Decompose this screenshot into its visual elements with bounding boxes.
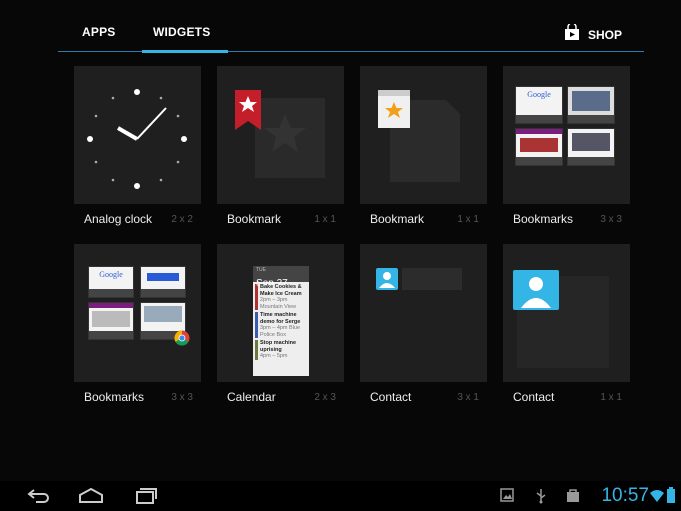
widget-name: Bookmarks [513, 212, 574, 226]
event-detail: 4pm – 5pm [260, 353, 288, 359]
widget-bookmarks[interactable]: Google Bookmarks 3 x 3 [503, 66, 630, 226]
bookmark-thumbnail [140, 266, 186, 298]
widget-size: 3 x 3 [600, 214, 622, 225]
calendar-event: Time machine demo for Serge 3pm – 4pm Bl… [255, 312, 308, 338]
event-detail: 3pm – 4pm Blue Police Box [260, 325, 301, 338]
bookmark-thumbnail [567, 128, 615, 166]
event-title: Stop machine uprising [260, 340, 297, 353]
widget-calendar[interactable]: TUE Sep 27 Bake Cookies & Make Ice Cream… [217, 244, 344, 404]
store-notification-icon [566, 488, 580, 507]
usb-icon [534, 488, 548, 509]
recent-apps-icon[interactable] [132, 487, 158, 510]
tab-bar: APPS WIDGETS SHOP [58, 16, 644, 53]
screenshot-icon [500, 488, 514, 507]
widget-size: 2 x 3 [314, 392, 336, 403]
widget-name: Contact [370, 390, 412, 404]
event-detail: 2pm – 3pm Mountain View [260, 297, 296, 310]
widget-name: Contact [513, 390, 555, 404]
widget-bookmarks[interactable]: Google Bookmarks 3 x 3 [74, 244, 201, 404]
calendar-preview: TUE Sep 27 Bake Cookies & Make Ice Cream… [253, 266, 309, 376]
widget-preview [360, 66, 487, 204]
tab-widgets[interactable]: WIDGETS [153, 25, 210, 39]
bookmark-thumbnail [567, 86, 615, 124]
tab-apps[interactable]: APPS [82, 25, 115, 39]
event-title: Time machine demo for Serge [260, 312, 301, 325]
widget-size: 3 x 1 [457, 392, 479, 403]
tab-selected-indicator [142, 50, 228, 53]
widget-bookmark[interactable]: Bookmark 1 x 1 [360, 66, 487, 226]
widget-name: Calendar [227, 390, 276, 404]
widget-preview: TUE Sep 27 Bake Cookies & Make Ice Cream… [217, 244, 344, 382]
bookmark-thumbnail: Google [515, 86, 563, 124]
shop-bag-icon [564, 22, 580, 45]
contact-avatar-icon [376, 268, 398, 290]
widget-preview: Google [74, 244, 201, 382]
widget-size: 2 x 2 [171, 214, 193, 225]
widget-contact[interactable]: Contact 1 x 1 [503, 244, 630, 404]
widget-preview [217, 66, 344, 204]
widget-size: 1 x 1 [457, 214, 479, 225]
chrome-icon [174, 330, 190, 346]
event-title: Bake Cookies & Make Ice Cream [260, 284, 302, 297]
widget-size: 1 x 1 [600, 392, 622, 403]
contact-avatar-icon [513, 270, 559, 310]
widget-preview [503, 244, 630, 382]
shop-label: SHOP [587, 27, 622, 42]
widget-name: Bookmark [227, 212, 282, 226]
contact-name-placeholder [402, 268, 462, 290]
widget-contact[interactable]: Contact 3 x 1 [360, 244, 487, 404]
status-time: 10:57 [601, 485, 649, 506]
widget-preview [74, 66, 201, 204]
widget-name: Analog clock [84, 212, 153, 226]
widget-drawer: APPS WIDGETS SHOP Analog clock 2 x 2 Boo… [0, 0, 681, 511]
widget-name: Bookmark [370, 212, 425, 226]
widget-preview: Google [503, 66, 630, 204]
battery-icon [667, 487, 675, 508]
widget-bookmark[interactable]: Bookmark 1 x 1 [217, 66, 344, 226]
widget-name: Bookmarks [84, 390, 145, 404]
home-icon[interactable] [78, 487, 104, 510]
back-icon[interactable] [26, 487, 52, 510]
wifi-icon [650, 489, 664, 507]
calendar-event: Bake Cookies & Make Ice Cream 2pm – 3pm … [255, 284, 308, 310]
analog-clock-icon [87, 89, 187, 189]
calendar-header: TUE Sep 27 [253, 266, 309, 289]
widget-analog-clock[interactable]: Analog clock 2 x 2 [74, 66, 201, 226]
shop-button[interactable]: SHOP [564, 22, 622, 45]
bookmark-page-icon [378, 90, 460, 182]
system-bar: 10:57 [0, 481, 681, 511]
calendar-weekday: TUE [256, 267, 266, 273]
bookmark-thumbnail: Google [88, 266, 134, 298]
widget-preview [360, 244, 487, 382]
calendar-event: Stop machine uprising 4pm – 5pm [255, 340, 308, 360]
widget-size: 1 x 1 [314, 214, 336, 225]
bookmark-thumbnail [515, 128, 563, 166]
bookmark-ribbon-icon [235, 90, 325, 178]
widget-size: 3 x 3 [171, 392, 193, 403]
bookmark-thumbnail [88, 302, 134, 340]
